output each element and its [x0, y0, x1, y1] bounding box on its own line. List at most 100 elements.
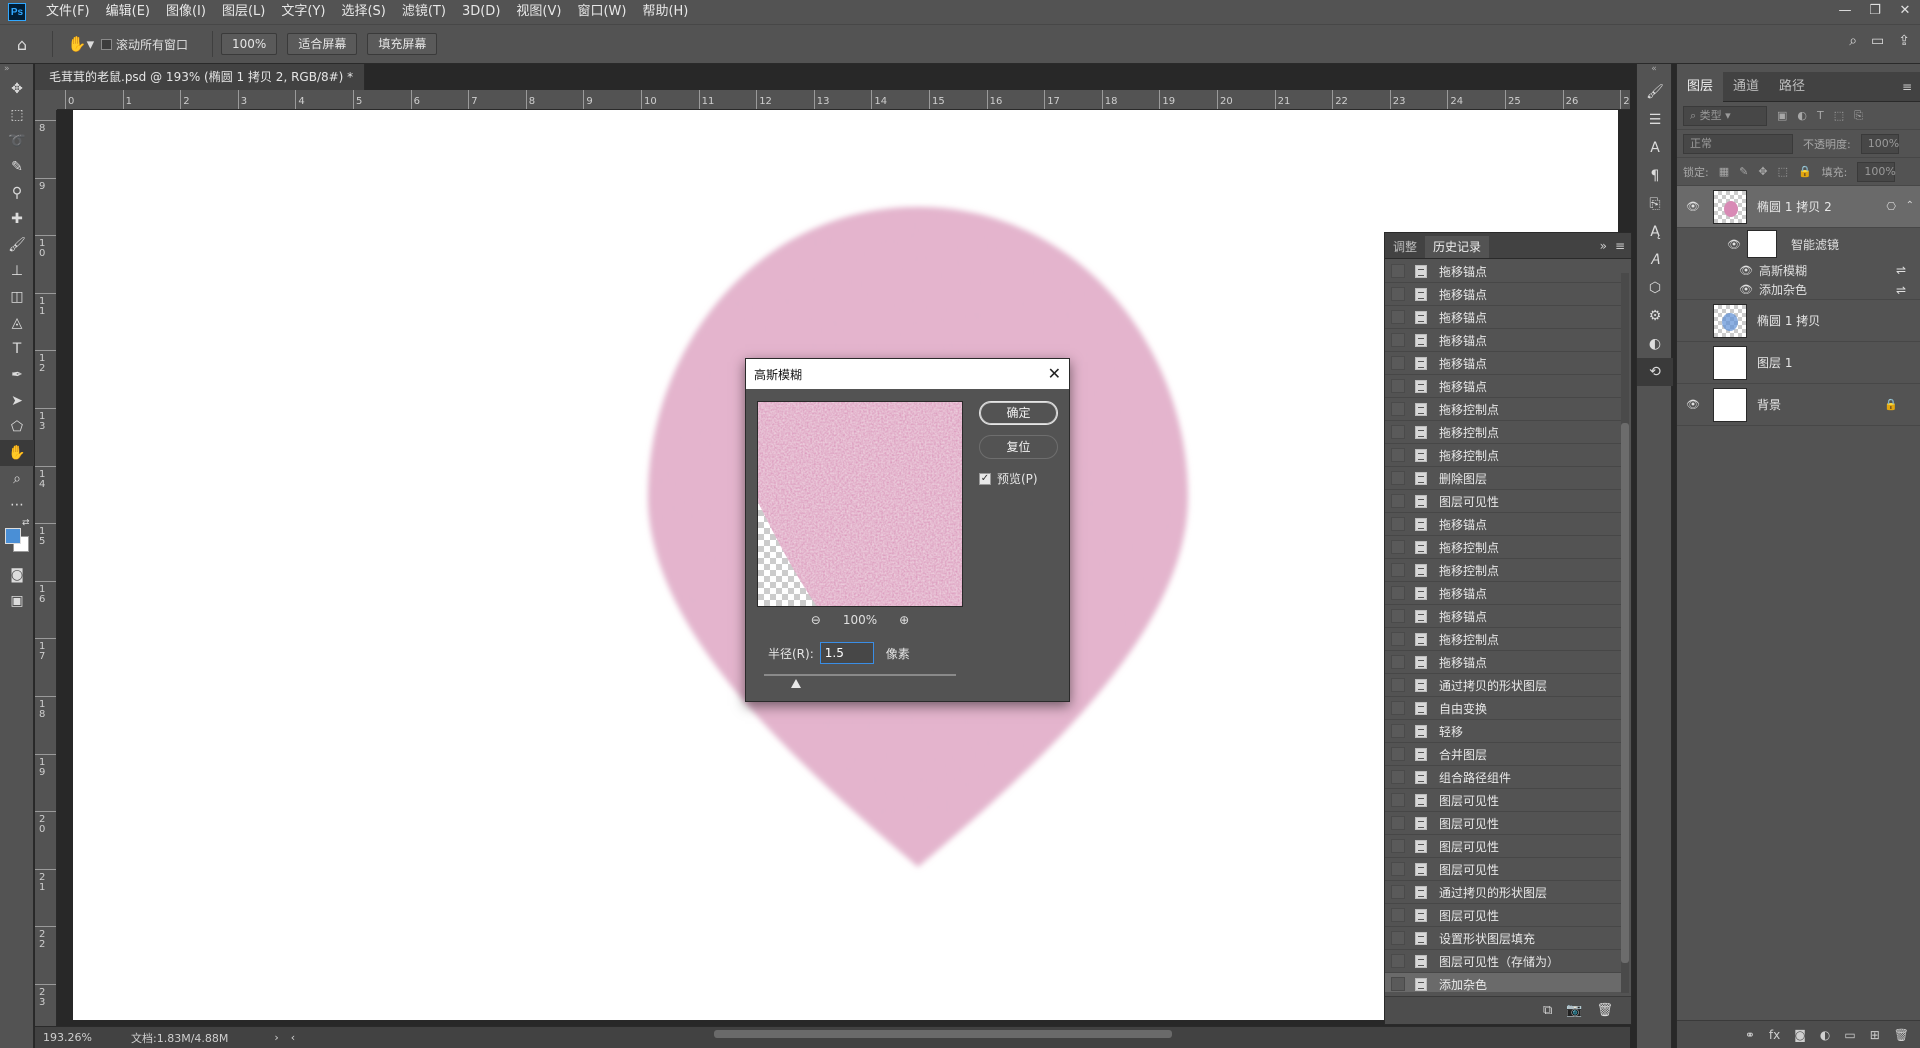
- collapse-arrow-icon[interactable]: ⌃: [1906, 200, 1914, 211]
- history-scrollbar[interactable]: [1621, 273, 1629, 993]
- ok-button[interactable]: 确定: [979, 401, 1058, 425]
- history-brush-source-box[interactable]: [1391, 678, 1405, 692]
- history-item[interactable]: 拖移锚点: [1385, 306, 1621, 329]
- layer-name[interactable]: 椭圆 1 拷贝: [1757, 312, 1820, 329]
- delete-state-icon[interactable]: 🗑: [1596, 1003, 1613, 1018]
- history-item[interactable]: 图层可见性: [1385, 835, 1621, 858]
- layer-name[interactable]: 背景: [1757, 396, 1781, 413]
- add-mask-icon[interactable]: ◙: [1794, 1028, 1806, 1042]
- history-item[interactable]: 添加杂色: [1385, 973, 1621, 992]
- eyedropper-tool-icon[interactable]: ⚲: [0, 180, 34, 206]
- history-item[interactable]: 拖移控制点: [1385, 444, 1621, 467]
- history-item[interactable]: 拖移控制点: [1385, 559, 1621, 582]
- close-icon[interactable]: ✕: [1048, 366, 1061, 382]
- history-item[interactable]: 图层可见性: [1385, 490, 1621, 513]
- history-brush-source-box[interactable]: [1391, 356, 1405, 370]
- fill-field[interactable]: 100%: [1857, 161, 1896, 182]
- history-brush-source-box[interactable]: [1391, 609, 1405, 623]
- opacity-field[interactable]: 100%: [1860, 133, 1899, 154]
- history-item[interactable]: 拖移锚点: [1385, 352, 1621, 375]
- brushes-icon[interactable]: ☰: [1637, 106, 1673, 134]
- zoom-level[interactable]: 193.26%: [43, 1031, 123, 1044]
- history-item[interactable]: 通过拷贝的形状图层: [1385, 881, 1621, 904]
- new-adjustment-icon[interactable]: ◐: [1820, 1028, 1830, 1042]
- history-brush-source-box[interactable]: [1391, 793, 1405, 807]
- history-brush-source-box[interactable]: [1391, 977, 1405, 991]
- vertical-ruler[interactable]: 89101112131415161718192021222324: [35, 110, 57, 1026]
- history-icon[interactable]: ⟲: [1637, 358, 1673, 386]
- history-brush-source-box[interactable]: [1391, 379, 1405, 393]
- lock-image-icon[interactable]: ✎: [1739, 165, 1748, 178]
- history-brush-source-box[interactable]: [1391, 540, 1405, 554]
- menu-item[interactable]: 图像(I): [158, 0, 214, 24]
- fit-screen-button[interactable]: 适合屏幕: [287, 33, 358, 55]
- smart-filter-item[interactable]: 👁 高斯模糊 ⇌: [1677, 260, 1920, 280]
- history-item[interactable]: 自由变换: [1385, 697, 1621, 720]
- move-tool-icon[interactable]: ✥: [0, 76, 34, 102]
- shape-tool-icon[interactable]: ⬠: [0, 414, 34, 440]
- lock-position-icon[interactable]: ✥: [1758, 165, 1767, 178]
- history-item[interactable]: 图层可见性（存储为）: [1385, 950, 1621, 973]
- clone-stamp-tool-icon[interactable]: ⊥: [0, 258, 34, 284]
- character-icon[interactable]: A: [1637, 134, 1673, 162]
- checkbox-box[interactable]: [101, 38, 112, 50]
- layer-row[interactable]: 👁 背景 🔒: [1677, 384, 1920, 426]
- history-item[interactable]: 拖移锚点: [1385, 513, 1621, 536]
- menu-item[interactable]: 3D(D): [454, 0, 508, 24]
- marquee-tool-icon[interactable]: ⬚: [0, 102, 34, 128]
- history-item[interactable]: 拖移控制点: [1385, 398, 1621, 421]
- zoom-tool-icon[interactable]: ⌕: [0, 466, 34, 492]
- history-item[interactable]: 通过拷贝的形状图层: [1385, 674, 1621, 697]
- horizontal-scrollbar[interactable]: [714, 1030, 1172, 1038]
- pen-tool-icon[interactable]: ✒: [0, 362, 34, 388]
- snapshot-camera-icon[interactable]: 📷: [1566, 1003, 1582, 1018]
- layer-name[interactable]: 图层 1: [1757, 354, 1792, 371]
- collapse-panel-icon[interactable]: »: [1600, 239, 1607, 253]
- new-group-icon[interactable]: ▭: [1844, 1028, 1855, 1042]
- menu-item[interactable]: 帮助(H): [634, 0, 696, 24]
- menu-item[interactable]: 文件(F): [38, 0, 98, 24]
- history-item[interactable]: 图层可见性: [1385, 812, 1621, 835]
- collapse-toolbar-icon[interactable]: »: [0, 64, 33, 76]
- history-brush-source-box[interactable]: [1391, 931, 1405, 945]
- history-item[interactable]: 拖移控制点: [1385, 536, 1621, 559]
- foreground-color-swatch[interactable]: [5, 528, 21, 544]
- history-item[interactable]: 拖移锚点: [1385, 375, 1621, 398]
- type-tool-icon[interactable]: T: [0, 336, 34, 362]
- history-brush-source-box[interactable]: [1391, 885, 1405, 899]
- status-arrow-icon[interactable]: ›: [274, 1031, 278, 1044]
- quick-mask-icon[interactable]: ◙: [0, 562, 34, 588]
- filter-options-icon[interactable]: ⇌: [1896, 263, 1906, 277]
- history-item[interactable]: 拖移控制点: [1385, 421, 1621, 444]
- scroll-all-windows-checkbox[interactable]: 滚动所有窗口: [101, 36, 188, 53]
- history-brush-source-box[interactable]: [1391, 402, 1405, 416]
- history-item[interactable]: 拖移锚点: [1385, 651, 1621, 674]
- history-item[interactable]: 图层可见性: [1385, 858, 1621, 881]
- visibility-eye-icon[interactable]: 👁: [1739, 264, 1753, 277]
- properties-icon[interactable]: ⚙: [1637, 302, 1673, 330]
- panel-menu-icon[interactable]: ≡: [1615, 239, 1625, 253]
- fill-screen-button[interactable]: 填充屏幕: [367, 33, 438, 55]
- history-item[interactable]: 图层可见性: [1385, 789, 1621, 812]
- history-brush-source-box[interactable]: [1391, 816, 1405, 830]
- screen-mode-icon[interactable]: ▣: [0, 588, 34, 614]
- character-styles-icon[interactable]: 𝐴: [1637, 246, 1673, 274]
- paragraph-icon[interactable]: ¶: [1637, 162, 1673, 190]
- filter-shape-icon[interactable]: ⬚: [1834, 109, 1844, 122]
- tab-channels[interactable]: 通道: [1723, 72, 1769, 102]
- tab-adjustments[interactable]: 调整: [1385, 236, 1425, 258]
- history-brush-source-box[interactable]: [1391, 494, 1405, 508]
- history-item[interactable]: 设置形状图层填充: [1385, 927, 1621, 950]
- lasso-tool-icon[interactable]: ➰: [0, 128, 34, 154]
- menu-item[interactable]: 图层(L): [214, 0, 273, 24]
- 3d-icon[interactable]: ⬡: [1637, 274, 1673, 302]
- preview-checkbox[interactable]: ✓ 预览(P): [979, 470, 1038, 487]
- more-tools-icon[interactable]: ⋯: [0, 492, 34, 518]
- history-brush-source-box[interactable]: [1391, 908, 1405, 922]
- healing-brush-tool-icon[interactable]: ✚: [0, 206, 34, 232]
- smart-filters-row[interactable]: 👁 智能滤镜: [1677, 228, 1920, 260]
- delete-layer-icon[interactable]: 🗑: [1894, 1028, 1909, 1042]
- collapse-strip-icon[interactable]: «: [1637, 64, 1671, 78]
- menu-item[interactable]: 滤镜(T): [394, 0, 454, 24]
- tab-history[interactable]: 历史记录: [1425, 236, 1490, 258]
